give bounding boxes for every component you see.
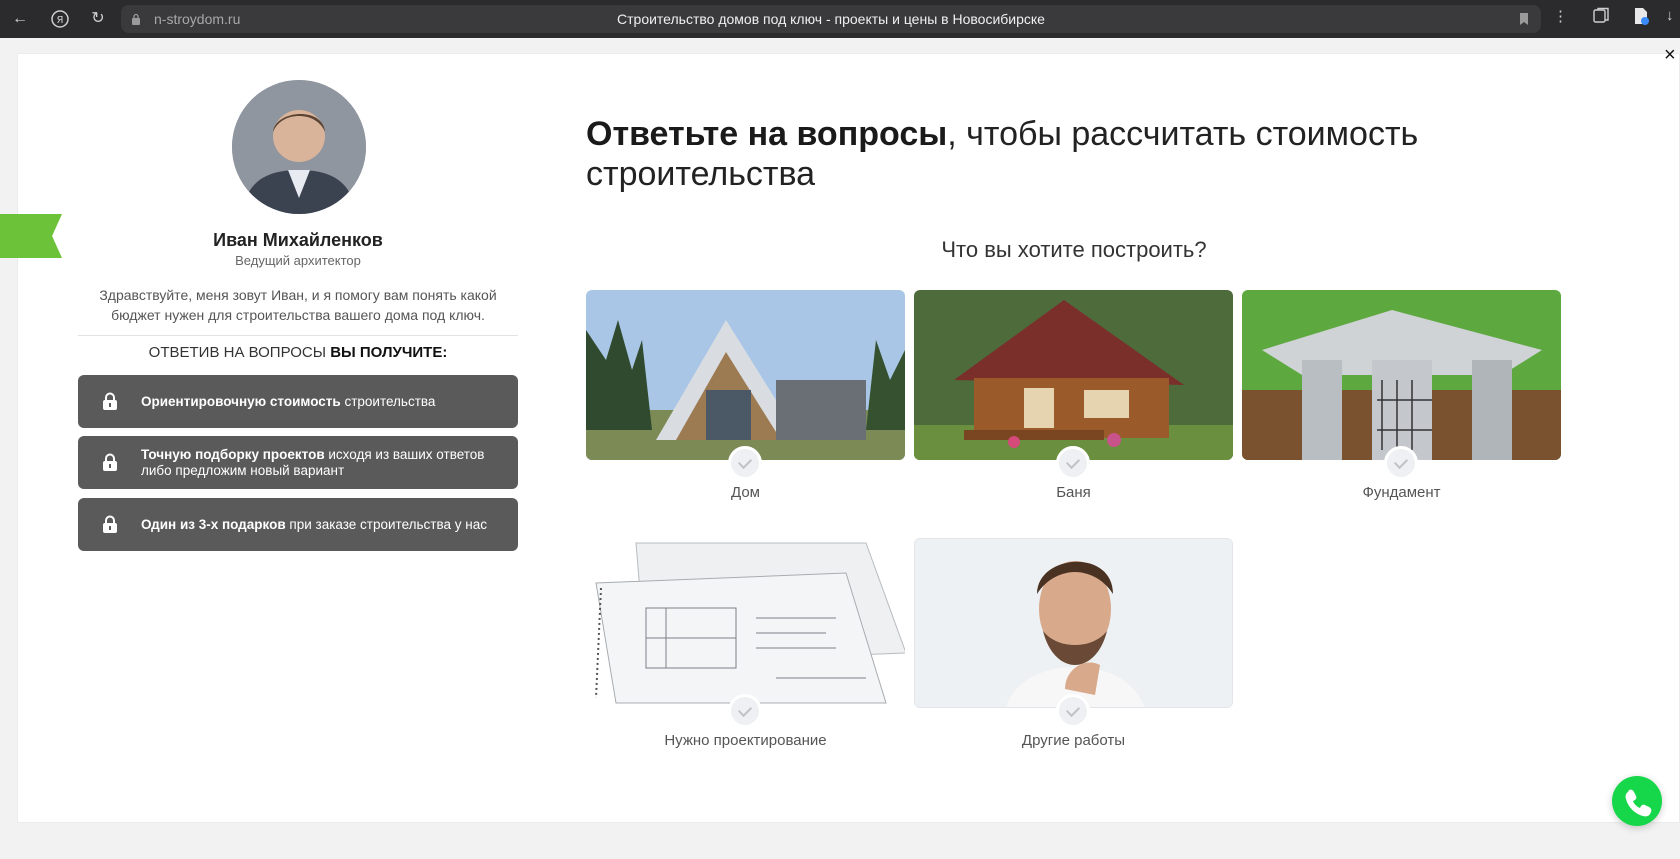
back-icon[interactable]: ← <box>8 7 32 31</box>
download-icon[interactable]: ↓ <box>1666 7 1674 24</box>
sauna-image <box>914 290 1233 460</box>
house-image <box>586 290 905 460</box>
receive-bold: ВЫ ПОЛУЧИТЕ: <box>330 344 448 361</box>
benefit-item: Ориентировочную стоимость строительства <box>78 375 518 428</box>
page-title: Строительство домов под ключ - проекты и… <box>617 11 1045 27</box>
option-card-design[interactable] <box>586 538 905 708</box>
foundation-image <box>1242 290 1561 460</box>
benefit-item: Точную подборку проектов исходя из ваших… <box>78 436 518 489</box>
divider <box>78 335 518 336</box>
blueprint-image <box>586 538 905 708</box>
option-label[interactable]: Дом <box>586 484 905 501</box>
receive-heading: ОТВЕТИВ НА ВОПРОСЫ ВЫ ПОЛУЧИТЕ: <box>78 344 518 361</box>
document-icon[interactable] <box>1632 7 1650 29</box>
check-icon[interactable] <box>1384 446 1418 480</box>
consultant-role: Ведущий архитектор <box>235 253 361 268</box>
benefit-text: строительства <box>340 393 436 409</box>
phone-icon <box>1625 789 1652 817</box>
lock-icon <box>103 453 117 471</box>
check-icon[interactable] <box>1056 446 1090 480</box>
reload-icon[interactable]: ↻ <box>86 7 110 31</box>
consultant-avatar <box>232 80 366 214</box>
check-icon[interactable] <box>728 446 762 480</box>
benefit-text: при заказе строительства у нас <box>285 516 487 532</box>
option-label[interactable]: Баня <box>914 484 1233 501</box>
svg-text:Я: Я <box>57 15 64 26</box>
lock-icon <box>103 515 117 533</box>
consultant-intro: Здравствуйте, меня зовут Иван, и я помог… <box>99 287 497 323</box>
quiz-headline: Ответьте на вопросы, чтобы рассчитать ст… <box>586 114 1526 194</box>
check-icon[interactable] <box>728 694 762 728</box>
bookmark-icon[interactable] <box>1519 12 1529 26</box>
menu-dots-icon[interactable]: ⋮ <box>1553 7 1568 25</box>
collections-icon[interactable] <box>1592 7 1610 29</box>
option-card-foundation[interactable] <box>1242 290 1561 460</box>
address-bar[interactable]: n-stroydom.ru Строительство домов под кл… <box>121 5 1541 33</box>
benefit-bold: Точную подборку проектов <box>141 446 325 462</box>
check-icon[interactable] <box>1056 694 1090 728</box>
option-card-sauna[interactable] <box>914 290 1233 460</box>
benefit-bold: Ориентировочную стоимость <box>141 393 341 409</box>
consultant-name: Иван Михайленков <box>213 230 383 250</box>
lock-icon <box>103 392 117 410</box>
option-label[interactable]: Фундамент <box>1242 484 1561 501</box>
headline-bold: Ответьте на вопросы <box>586 115 948 153</box>
thinking-man-image <box>915 539 1232 707</box>
browser-toolbar: ← Я ↻ n-stroydom.ru Строительство домов … <box>0 0 1680 38</box>
close-icon[interactable]: × <box>1664 44 1676 67</box>
option-card-house[interactable] <box>586 290 905 460</box>
benefit-bold: Один из 3-х подарков <box>141 516 286 532</box>
quiz-question: Что вы хотите построить? <box>941 237 1207 262</box>
benefit-item: Один из 3-х подарков при заказе строител… <box>78 498 518 551</box>
option-label[interactable]: Другие работы <box>914 732 1233 749</box>
call-button[interactable] <box>1612 776 1662 826</box>
option-card-other[interactable] <box>914 538 1233 708</box>
yandex-icon[interactable]: Я <box>48 7 72 31</box>
option-label[interactable]: Нужно проектирование <box>586 732 905 749</box>
receive-prefix: ОТВЕТИВ НА ВОПРОСЫ <box>148 344 331 361</box>
